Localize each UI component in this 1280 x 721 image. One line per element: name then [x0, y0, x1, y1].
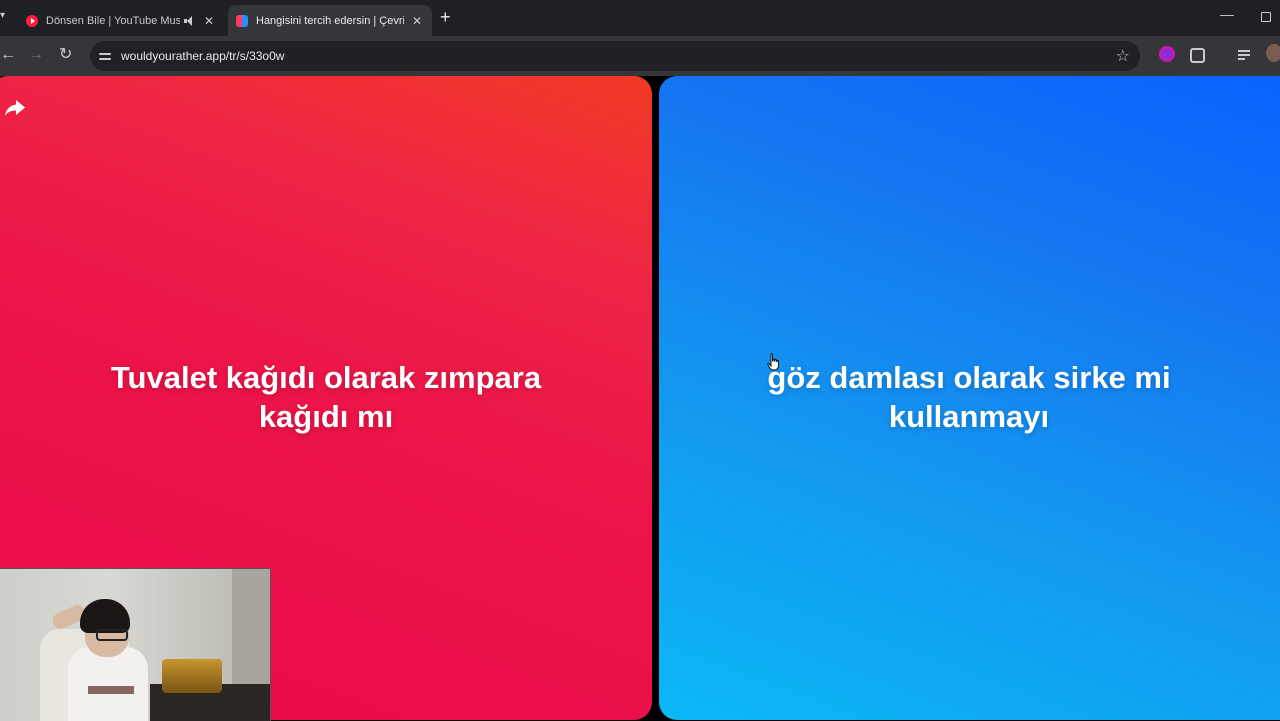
minimize-icon[interactable]: —: [1220, 6, 1234, 22]
tab-search-chevron-icon[interactable]: ▾: [0, 10, 8, 26]
share-arrow-icon[interactable]: [4, 98, 26, 118]
site-info-icon[interactable]: [98, 49, 112, 63]
new-tab-plus-icon[interactable]: +: [440, 6, 451, 28]
speaker-icon[interactable]: [184, 15, 196, 26]
media-control-icon[interactable]: [1238, 46, 1254, 62]
bookmark-star-icon[interactable]: ☆: [1116, 46, 1130, 66]
close-icon[interactable]: ✕: [202, 14, 216, 28]
tab-youtube-music[interactable]: Dönsen Bile | YouTube Music ✕: [18, 5, 224, 36]
back-arrow-icon[interactable]: ←: [0, 45, 16, 65]
extensions-puzzle-icon[interactable]: [1190, 48, 1205, 63]
extension-icon[interactable]: [1159, 46, 1175, 62]
webcam-trophy: [162, 659, 222, 693]
restore-window-icon[interactable]: [1261, 12, 1271, 22]
browser-tabbar: ▾ Dönsen Bile | YouTube Music ✕ Hangisin…: [0, 0, 1280, 36]
option-right-card[interactable]: göz damlası olarak sirke mi kullanmayı: [659, 76, 1280, 720]
address-bar[interactable]: wouldyourather.app/tr/s/33o0w ☆: [90, 41, 1140, 71]
tab-wouldyourather[interactable]: Hangisini tercih edersin | Çevrimiçi ✕: [228, 5, 432, 36]
webcam-shirt-print: [88, 686, 134, 694]
webcam-overlay: [0, 568, 271, 721]
forward-arrow-icon[interactable]: →: [28, 45, 44, 65]
wouldyourather-icon: [236, 14, 248, 27]
url-text[interactable]: wouldyourather.app/tr/s/33o0w: [121, 49, 284, 63]
tab-title: Hangisini tercih edersin | Çevrimiçi: [256, 14, 404, 27]
webcam-glasses: [96, 629, 128, 641]
option-left-text: Tuvalet kağıdı olarak zımpara kağıdı mı: [110, 359, 542, 434]
tab-title: Dönsen Bile | YouTube Music: [46, 14, 180, 27]
webcam-person-hair: [80, 599, 130, 633]
option-right-text: göz damlası olarak sirke mi kullanmayı: [767, 359, 1171, 434]
youtube-music-icon: [26, 14, 38, 27]
profile-avatar[interactable]: [1266, 44, 1280, 62]
reload-icon[interactable]: ↻: [59, 45, 72, 65]
browser-toolbar: ← → ↻ wouldyourather.app/tr/s/33o0w ☆: [0, 36, 1280, 76]
close-icon[interactable]: ✕: [410, 14, 424, 28]
hand-cursor-icon: [767, 353, 781, 371]
